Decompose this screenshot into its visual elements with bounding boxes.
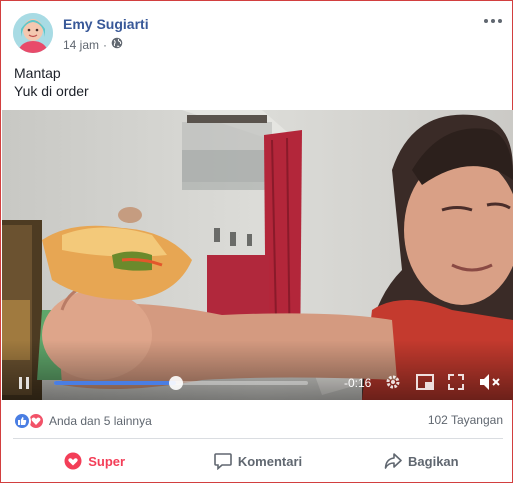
post-meta: 14 jam · bbox=[63, 37, 123, 52]
post-text-line: Mantap bbox=[14, 65, 61, 81]
share-icon bbox=[384, 453, 402, 469]
share-button[interactable]: Bagikan bbox=[340, 443, 503, 479]
post-actions: Super Komentari Bagikan bbox=[13, 443, 503, 479]
post-time[interactable]: 14 jam bbox=[63, 38, 99, 52]
fullscreen-icon[interactable] bbox=[448, 374, 464, 393]
progress-fill bbox=[54, 381, 176, 385]
comment-label: Komentari bbox=[237, 453, 303, 469]
time-remaining: -0:16 bbox=[344, 376, 372, 390]
reactions-text[interactable]: Anda dan 5 lainnya bbox=[49, 414, 152, 428]
globe-icon[interactable] bbox=[111, 37, 123, 52]
super-label: Super bbox=[88, 453, 126, 469]
settings-gear-icon[interactable] bbox=[384, 373, 402, 394]
comment-icon bbox=[214, 453, 232, 470]
post-text-line: Yuk di order bbox=[14, 83, 89, 99]
reactions-summary[interactable]: Anda dan 5 lainnya bbox=[13, 412, 152, 430]
view-count[interactable]: 102 Tayangan bbox=[428, 413, 503, 427]
comment-button[interactable]: Komentari bbox=[176, 443, 339, 479]
post-stats: Anda dan 5 lainnya 102 Tayangan bbox=[13, 411, 503, 431]
picture-in-picture-icon[interactable] bbox=[416, 374, 434, 393]
super-reaction-button[interactable]: Super bbox=[13, 443, 176, 479]
avatar[interactable] bbox=[13, 13, 53, 53]
post-card: Emy Sugiarti 14 jam · Mantap Yuk di orde… bbox=[0, 0, 513, 483]
progress-track[interactable] bbox=[54, 376, 308, 390]
share-label: Bagikan bbox=[408, 453, 459, 469]
like-reaction-icon bbox=[13, 412, 31, 430]
heart-icon bbox=[64, 452, 82, 470]
progress-handle[interactable] bbox=[168, 376, 183, 390]
video-frame bbox=[2, 110, 513, 400]
mute-icon[interactable] bbox=[479, 373, 501, 394]
more-options-icon[interactable] bbox=[483, 13, 503, 29]
post-header: Emy Sugiarti 14 jam · bbox=[13, 11, 503, 55]
pause-icon[interactable] bbox=[18, 376, 30, 390]
author-name[interactable]: Emy Sugiarti bbox=[63, 16, 149, 32]
video-player[interactable]: -0:16 bbox=[2, 110, 513, 400]
meta-separator: · bbox=[103, 37, 108, 52]
post-text: Mantap Yuk di order bbox=[14, 64, 89, 100]
actions-divider bbox=[13, 438, 503, 439]
video-controls: -0:16 bbox=[2, 364, 513, 400]
